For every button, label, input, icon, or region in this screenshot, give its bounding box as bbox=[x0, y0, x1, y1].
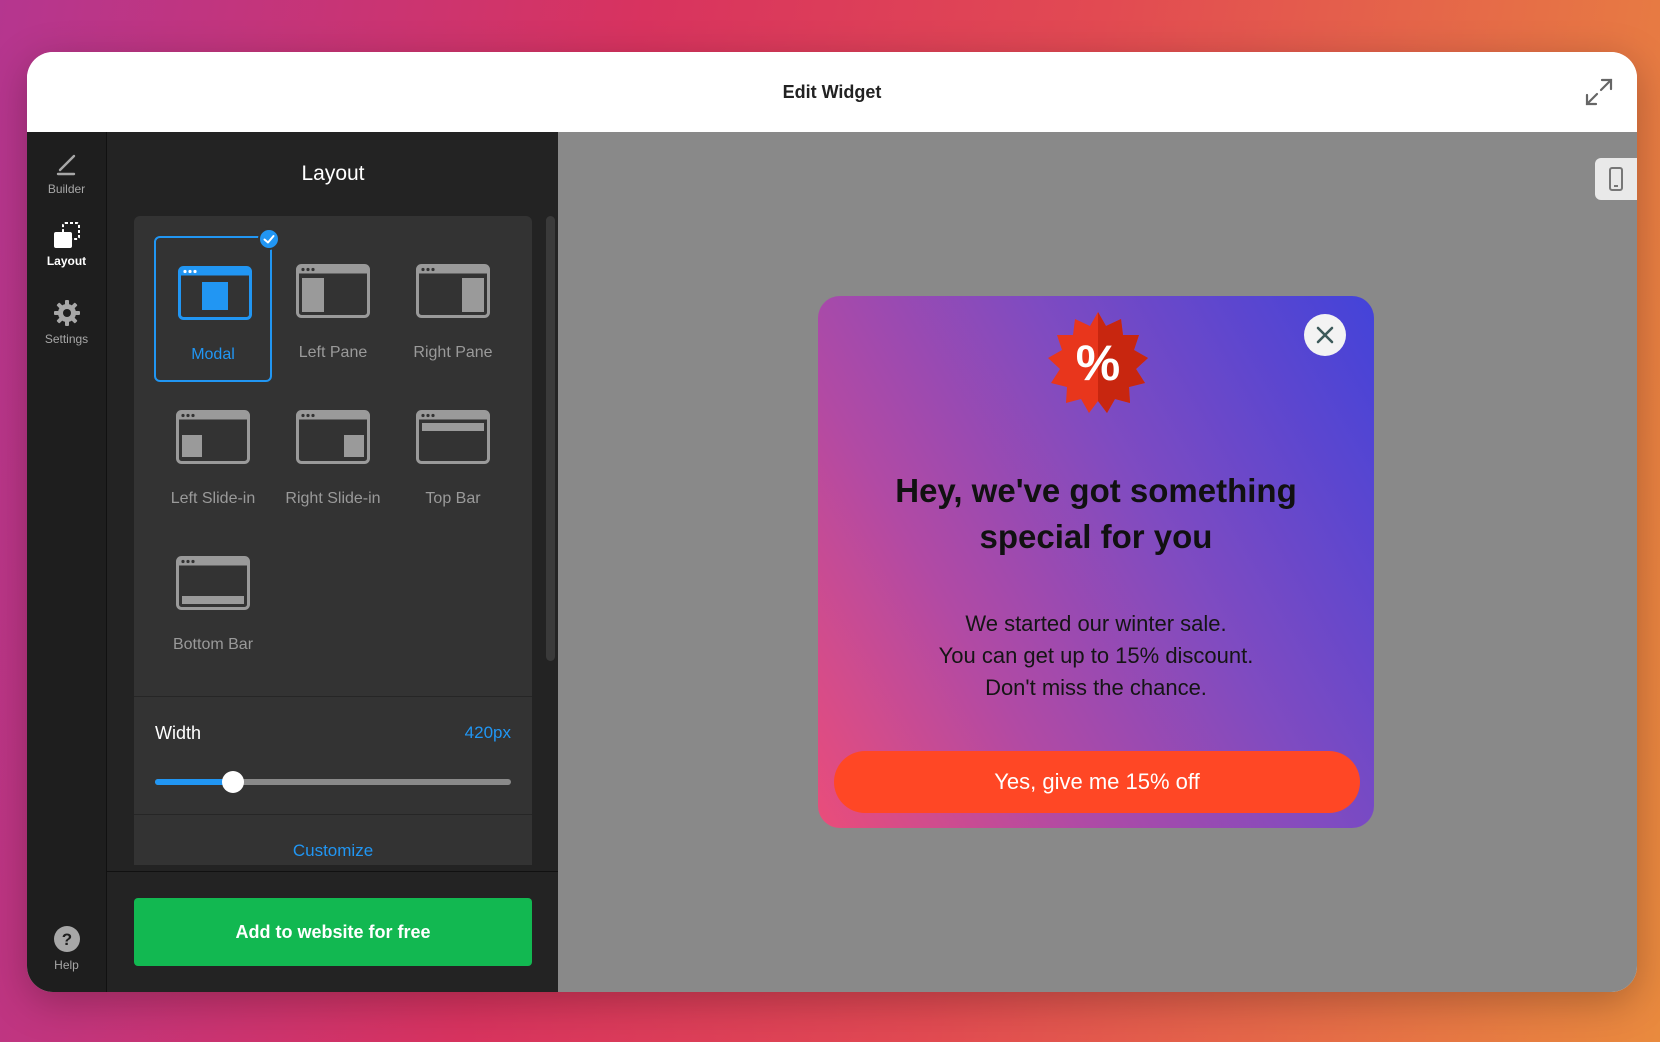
panel-scrollbar[interactable] bbox=[546, 216, 555, 661]
width-label: Width bbox=[155, 723, 202, 743]
discount-badge-icon: % bbox=[1044, 310, 1152, 418]
right-slide-in-layout-icon bbox=[296, 410, 370, 464]
right-pane-layout-icon bbox=[416, 264, 490, 318]
layout-option-right-slide-in[interactable]: Right Slide-in bbox=[274, 382, 392, 528]
top-bar: Edit Widget bbox=[27, 52, 1637, 133]
widget-preview: % Hey, we've got something special for y… bbox=[558, 132, 1637, 992]
width-slider-knob[interactable] bbox=[222, 771, 245, 793]
left-rail: Builder Layout Settings ? Help bbox=[27, 132, 106, 992]
layout-panel: Layout Modal Left Pane Right Pane Left S… bbox=[106, 132, 559, 992]
layout-label-right-slide-in: Right Slide-in bbox=[285, 490, 381, 507]
layout-label-left-pane: Left Pane bbox=[298, 344, 368, 361]
gear-icon bbox=[52, 298, 82, 328]
rail-label-builder: Builder bbox=[47, 182, 86, 196]
badge-percent: % bbox=[1076, 335, 1120, 391]
popup-body: We started our winter sale. You can get … bbox=[858, 608, 1334, 704]
layout-option-bottom-bar[interactable]: Bottom Bar bbox=[154, 528, 272, 674]
width-control: Width 420px bbox=[134, 696, 532, 815]
window-title: Edit Widget bbox=[782, 82, 882, 102]
add-to-website-button[interactable]: Add to website for free bbox=[134, 898, 532, 966]
layout-label-left-slide-in: Left Slide-in bbox=[170, 490, 256, 507]
rail-label-layout: Layout bbox=[46, 254, 87, 268]
expand-icon[interactable] bbox=[1583, 76, 1615, 108]
popup-modal: % Hey, we've got something special for y… bbox=[818, 296, 1374, 828]
width-value: 420px bbox=[464, 723, 511, 742]
popup-body-line: We started our winter sale. bbox=[965, 611, 1227, 636]
popup-headline: Hey, we've got something special for you bbox=[895, 472, 1297, 555]
top-bar-layout-icon bbox=[416, 410, 490, 464]
layout-icon bbox=[52, 220, 82, 250]
rail-label-help: Help bbox=[54, 958, 79, 972]
rail-item-settings[interactable]: Settings bbox=[27, 298, 106, 346]
layout-option-right-pane[interactable]: Right Pane bbox=[394, 236, 512, 382]
layout-label-modal: Modal bbox=[191, 346, 235, 363]
left-pane-layout-icon bbox=[296, 264, 370, 318]
panel-footer: Add to website for free bbox=[107, 871, 559, 992]
rail-label-settings: Settings bbox=[44, 332, 89, 346]
panel-title: Layout bbox=[301, 162, 365, 185]
edit-widget-window: Edit Widget Builder Layout Settings ? He… bbox=[27, 52, 1637, 992]
width-slider[interactable] bbox=[155, 771, 511, 793]
rail-item-layout[interactable]: Layout bbox=[27, 220, 106, 268]
svg-text:?: ? bbox=[61, 930, 71, 949]
layout-option-top-bar[interactable]: Top Bar bbox=[394, 382, 512, 528]
layout-label-bottom-bar: Bottom Bar bbox=[172, 636, 254, 653]
claim-discount-button[interactable]: Yes, give me 15% off bbox=[834, 751, 1360, 813]
popup-body-line: You can get up to 15% discount. bbox=[938, 643, 1254, 668]
mobile-device-icon[interactable] bbox=[1595, 158, 1637, 200]
modal-layout-icon bbox=[178, 266, 252, 320]
customize-link[interactable]: Customize bbox=[134, 841, 532, 861]
left-slide-in-layout-icon bbox=[176, 410, 250, 464]
popup-body-line: Don't miss the chance. bbox=[985, 675, 1207, 700]
rail-item-help[interactable]: ? Help bbox=[27, 924, 106, 972]
pencil-icon bbox=[52, 148, 82, 178]
help-icon: ? bbox=[52, 924, 82, 954]
layout-options-card: Modal Left Pane Right Pane Left Slide-in… bbox=[134, 216, 532, 696]
layout-option-left-pane[interactable]: Left Pane bbox=[274, 236, 392, 382]
layout-label-top-bar: Top Bar bbox=[425, 490, 481, 507]
close-icon[interactable] bbox=[1304, 314, 1346, 356]
customize-section: Customize bbox=[134, 814, 532, 865]
bottom-bar-layout-icon bbox=[176, 556, 250, 610]
layout-option-modal[interactable]: Modal bbox=[154, 228, 280, 382]
rail-item-builder[interactable]: Builder bbox=[27, 148, 106, 196]
layout-option-left-slide-in[interactable]: Left Slide-in bbox=[154, 382, 272, 528]
layout-label-right-pane: Right Pane bbox=[413, 344, 493, 361]
